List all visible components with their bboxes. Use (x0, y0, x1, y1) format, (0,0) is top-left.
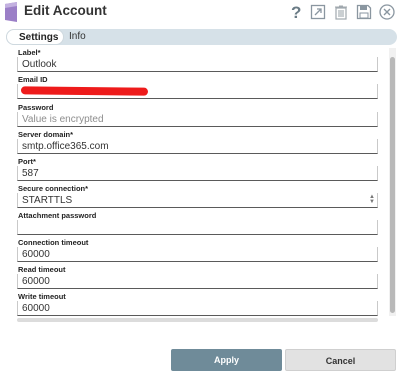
password-input[interactable]: Value is encrypted (17, 112, 378, 127)
snap-logo-icon (4, 2, 18, 22)
tab-info[interactable]: Info (69, 29, 86, 45)
attachment-password-input[interactable] (17, 220, 378, 235)
redaction-mark (20, 86, 149, 96)
horizontal-scrollbar[interactable] (17, 318, 378, 322)
secure-connection-value: STARTTLS (22, 195, 73, 206)
write-timeout-input[interactable]: 60000 (17, 301, 378, 316)
email-field-label: Email ID (18, 75, 48, 84)
save-icon[interactable] (355, 3, 373, 21)
dialog-title: Edit Account (24, 3, 107, 18)
svg-text:?: ? (291, 3, 301, 21)
port-input[interactable]: 587 (17, 166, 378, 181)
close-icon[interactable] (378, 3, 396, 21)
connection-timeout-label: Connection timeout (18, 238, 89, 247)
read-timeout-label: Read timeout (18, 265, 66, 274)
label-field-label: Label* (18, 48, 41, 57)
tab-settings[interactable]: Settings (6, 29, 64, 45)
password-field-label: Password (18, 103, 54, 112)
read-timeout-input[interactable]: 60000 (17, 274, 378, 289)
label-input[interactable]: Outlook (17, 57, 378, 72)
server-domain-input[interactable]: smtp.office365.com (17, 139, 378, 154)
write-timeout-label: Write timeout (18, 292, 66, 301)
secure-connection-label: Secure connection* (18, 184, 89, 193)
delete-icon[interactable] (332, 3, 350, 21)
tab-bar: Settings Info (6, 29, 397, 45)
server-domain-label: Server domain* (18, 130, 74, 139)
apply-button[interactable]: Apply (171, 349, 282, 371)
secure-connection-select[interactable]: STARTTLS ▲ ▼ (17, 193, 378, 208)
export-icon[interactable] (309, 3, 327, 21)
connection-timeout-input[interactable]: 60000 (17, 247, 378, 262)
port-label: Port* (18, 157, 36, 166)
vertical-scrollbar-thumb[interactable] (390, 57, 395, 313)
select-arrows-icon: ▲ ▼ (369, 194, 375, 205)
cancel-button[interactable]: Cancel (285, 349, 396, 371)
help-icon[interactable]: ? (288, 3, 306, 21)
dialog-titlebar: Edit Account ? (0, 0, 400, 26)
attachment-password-label: Attachment password (18, 211, 97, 220)
